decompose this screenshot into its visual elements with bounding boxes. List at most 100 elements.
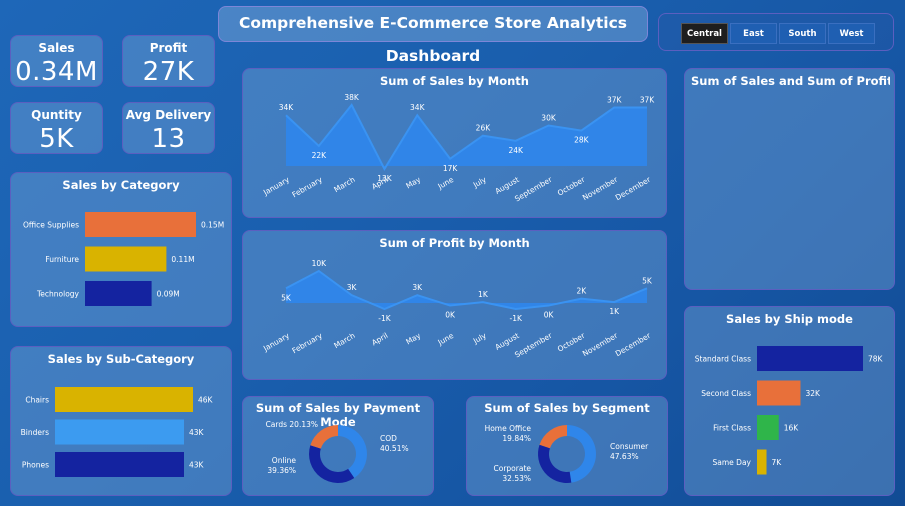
- data-label: 5K: [281, 293, 292, 302]
- x-tick-label: June: [436, 175, 456, 192]
- data-label: 7K: [772, 458, 783, 467]
- data-label: 1K: [609, 307, 620, 316]
- data-label: 38K: [344, 93, 360, 102]
- kpi-label: Sales: [38, 41, 75, 55]
- panel-segment[interactable]: Sum of Sales by Segment Consumer 47.63% Co…: [466, 396, 668, 496]
- x-tick-label: July: [471, 331, 489, 346]
- x-tick-label: May: [404, 175, 422, 191]
- kpi-label: Quntity: [31, 108, 82, 122]
- x-tick-label: June: [436, 331, 456, 348]
- category-label: Chairs: [25, 396, 49, 405]
- category-label: Furniture: [45, 255, 79, 264]
- panel-profit-by-month[interactable]: Sum of Profit by Month 5K January 10K Febru…: [242, 230, 667, 380]
- kpi-value: 13: [151, 124, 186, 154]
- x-tick-label: February: [291, 175, 325, 200]
- x-tick-label: September: [513, 330, 554, 359]
- data-label: -1K: [378, 314, 391, 323]
- data-label: 37K: [607, 96, 623, 105]
- x-tick-label: May: [404, 331, 422, 347]
- data-label: 22K: [312, 151, 328, 160]
- kpi-card-avg-delivery: Avg Delivery 13: [122, 102, 215, 154]
- data-label: 46K: [198, 396, 214, 405]
- kpi-value: 5K: [39, 124, 74, 154]
- panel-sales-by-subcategory[interactable]: Sales by Sub-Category Chairs 46K Binders 43…: [10, 346, 232, 496]
- panel-ship-mode[interactable]: Sales by Ship mode Standard Class 78K Seco…: [684, 306, 895, 496]
- data-label: 2K: [577, 287, 588, 296]
- slicer-button-west[interactable]: West: [828, 23, 875, 44]
- bar: [55, 387, 193, 412]
- bar: [85, 212, 196, 237]
- data-label: 43K: [189, 428, 205, 437]
- data-label: 32K: [805, 389, 821, 398]
- bar: [85, 281, 152, 306]
- donut-slice: [539, 425, 567, 449]
- data-label: 47.63%: [610, 452, 639, 461]
- x-tick-label: March: [332, 175, 357, 194]
- data-label: 78K: [868, 355, 884, 364]
- data-label: 0K: [544, 311, 555, 320]
- data-label: 43K: [189, 461, 205, 470]
- x-tick-label: December: [614, 174, 653, 202]
- x-tick-label: November: [581, 330, 620, 358]
- dashboard-title: Comprehensive E-Commerce Store Analytics…: [218, 6, 648, 65]
- bar: [757, 415, 779, 440]
- data-label: COD: [380, 434, 397, 443]
- x-tick-label: December: [614, 330, 653, 358]
- donut-slice: [538, 444, 572, 483]
- data-label: 19.84%: [502, 434, 531, 443]
- data-label: 37K: [640, 96, 656, 105]
- category-label: Office Supplies: [23, 221, 79, 230]
- bar: [757, 449, 767, 475]
- kpi-value: 27K: [142, 57, 195, 87]
- data-label: 17K: [443, 164, 459, 173]
- slicer-button-east[interactable]: East: [730, 23, 777, 44]
- kpi-card-profit: Profit 27K: [122, 35, 215, 87]
- data-label: 32.53%: [502, 474, 531, 483]
- donut-slice: [338, 425, 367, 478]
- region-slicer: Central East South West: [658, 13, 894, 51]
- data-label: 3K: [412, 283, 423, 292]
- data-label: 3K: [347, 283, 358, 292]
- panel-sales-profit-by-state[interactable]: Sum of Sales and Sum of Profit by S...: [684, 68, 895, 290]
- sales-by-subcategory-chart: Chairs 46K Binders 43K Phones 43K: [21, 387, 214, 477]
- bar: [55, 419, 184, 445]
- kpi-value: 0.34M: [15, 57, 98, 87]
- kpi-label: Avg Delivery: [125, 108, 212, 122]
- x-tick-label: January: [261, 175, 291, 198]
- bar: [757, 380, 801, 406]
- ship-mode-chart: Standard Class 78K Second Class 32K First Cl…: [695, 346, 884, 475]
- data-label: 16K: [784, 424, 800, 433]
- donut-slice: [309, 445, 355, 483]
- data-label: 40.51%: [380, 444, 409, 453]
- category-label: Phones: [22, 461, 49, 470]
- bar: [55, 452, 184, 477]
- category-label: Second Class: [701, 389, 751, 398]
- data-label: 0.15M: [201, 221, 224, 230]
- data-label: -1K: [510, 314, 523, 323]
- panel-payment-mode[interactable]: Sum of Sales by Payment Mode COD 40.51% On…: [242, 396, 434, 496]
- donut-slice: [567, 425, 596, 483]
- x-tick-label: April: [370, 331, 389, 347]
- data-label: 34K: [279, 103, 295, 112]
- panel-title: Sum of Sales and Sum of Profit by S...: [691, 74, 890, 88]
- data-label: 30K: [541, 113, 557, 122]
- panel-sales-by-month[interactable]: Sum of Sales by Month 34K January 22K Febru…: [242, 68, 667, 218]
- sales-by-month-chart: 34KJanuary22KFebruary38KMarch 13KApril34K…: [261, 93, 656, 203]
- panel-sales-by-category[interactable]: Sales by Category Office Supplies 0.15M Fu…: [10, 172, 232, 327]
- category-label: Same Day: [713, 458, 752, 467]
- x-tick-label: September: [513, 174, 554, 203]
- category-label: First Class: [713, 424, 751, 433]
- payment-mode-chart: COD40.51% Online39.36% Cards 20.13%: [266, 420, 409, 483]
- data-label: 1K: [478, 290, 489, 299]
- kpi-card-sales: Sales 0.34M: [10, 35, 103, 87]
- slicer-button-central[interactable]: Central: [681, 23, 728, 44]
- category-label: Technology: [36, 290, 80, 299]
- slicer-button-south[interactable]: South: [779, 23, 826, 44]
- data-label: 28K: [574, 136, 590, 145]
- kpi-label: Profit: [149, 41, 188, 55]
- data-label: Consumer: [610, 442, 649, 451]
- data-label: Corporate: [494, 464, 532, 473]
- data-label: 10K: [312, 259, 328, 268]
- data-label: 24K: [508, 146, 524, 155]
- category-label: Binders: [21, 428, 49, 437]
